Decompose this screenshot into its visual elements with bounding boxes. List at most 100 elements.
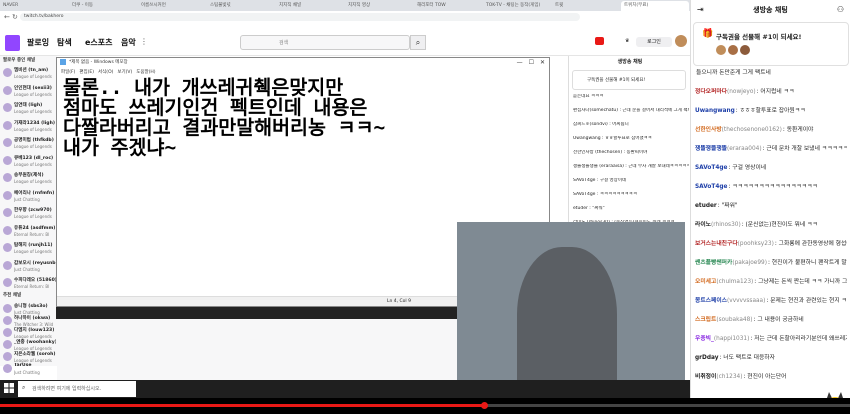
browser-tab-bar: NAVER 더쿠 - 이동 이름쓰시커먼 스팀불빛넋 치지직 채널 치지직 영상 해리포터 … [0,0,690,11]
inner-taskbar [56,307,460,319]
more-dots-icon[interactable]: ⋮ [140,37,148,46]
notepad-text-area[interactable]: 물론.. 내가 개쓰레귀췍은맞지만 점마도 쓰레기인건 펙트인데 내용은 다짤라버리… [63,78,543,158]
notepad-line: 물론.. 내가 개쓰레귀췍은맞지만 [63,76,344,99]
chat-text: : ㅎㅎㅎ할투표로 잡아원ㅋㅋ [735,108,806,114]
nav-music[interactable]: 음악 [121,37,136,48]
chat-handle: (pakajoe99) [732,260,768,266]
channel-name: 지은소라웹 (soroh) [14,352,56,357]
channel-name: 수피다레오 (51860) [14,278,56,283]
chat-username[interactable]: 몽트스페이스 [695,298,727,304]
chat-text: : 문제는 현진과 관련있는 현지 ㅋㅋㅋㅋㅋ [766,298,847,304]
chat-text: : 그 내용이 궁금하네 [753,317,804,323]
browser-tab[interactable]: 스팀불빛넋 [207,1,275,11]
chat-username[interactable]: 우종빅_ [695,336,714,342]
browser-tab[interactable]: 트윗 [552,1,620,11]
chat-username[interactable]: 스크립트 [695,317,716,323]
inner-chat-message: 잠씨드ㅎ(sondvi) : 어찌됩니 [573,122,629,127]
avatar [3,225,12,235]
browser-tab[interactable]: NAVER [0,1,68,11]
browser-tab[interactable]: 트위치(무료) [621,1,689,11]
browser-tab[interactable]: 해리포터 TOW [414,1,482,11]
channel-game: Just Chatting [14,266,40,272]
channel-name: 갑보오시 (reyusnb) [14,260,56,266]
channel-name: 송니형 (sbs3o) [14,304,48,309]
notepad-icon [60,58,66,65]
reload-icon[interactable]: ↻ [12,13,18,21]
browser-tab[interactable]: 더쿠 - 이동 [69,1,137,11]
notification-icon[interactable] [595,37,604,45]
back-arrow-icon[interactable]: ← [4,13,10,21]
channel-game: League of Legends [14,109,52,114]
chat-message: Uwangwang: ㅎㅎㅎ할투표로 잡아원ㅋㅋ [695,107,847,116]
chat-text: : 근데 문차 개잘 보냈네 ㅋㅋㅋㅋㅋㅋㅋ [762,146,847,152]
browser-tab[interactable]: 이름쓰시커먼 [138,1,206,11]
channel-name: 인인현대 (sexii3) [14,85,52,91]
chat-username[interactable]: Uwangwang [695,108,735,114]
channel-name: 가재라1234 (ligh) [14,120,55,126]
live-chat-panel: ⇥ 생방송 채팅 ⚇ 🎁 구독권을 선물해 #1이 되세요! 들으니까 돈만준게… [690,0,850,414]
avatar [3,68,12,77]
inner-chat-pinned: 구독권을 선물해 #1이 되세요! [572,70,686,90]
chat-message: 오미세고(chulma123): 그냥제는 돈씩 짠는데 ㅋㅋ 가니까 그건만 … [695,278,847,287]
notepad-menu-item[interactable]: 편집(E) [79,70,94,75]
windows-start-icon[interactable] [4,383,14,393]
chat-username[interactable]: 보거스는내친구다 [695,241,738,247]
chat-message: 몽트스페이스(vvvvvssaaa): 문제는 현진과 관련있는 현지 ㅋㅋㅋㅋ… [695,297,847,306]
chat-username[interactable]: etuder [695,203,717,209]
chat-username[interactable]: 선한인사방 [695,127,722,133]
nav-esports[interactable]: e스포츠 [85,37,113,48]
chat-username[interactable]: SAVoT4ge [695,165,728,171]
chat-username[interactable]: 정다오퍼마다 [695,89,727,95]
windows-search-input[interactable]: 검색하려면 여기에 입력하십시오. [18,381,136,397]
channel-name: TarUse [14,363,32,368]
login-button[interactable]: 로그인 [636,37,672,47]
chat-username[interactable]: 라이노 [695,222,711,228]
channel-name: 송부원칭(제석) [14,173,44,178]
notepad-menu-item[interactable]: 도움말(H) [136,70,155,75]
chat-username[interactable]: grDday [695,355,718,361]
notepad-menu-item[interactable]: 파일(F) [61,70,75,75]
inner-chat-message: SAVoT4ge : 구걸 영상이네 [573,178,627,183]
chat-message: 라이노(rhinos30): (운신없는)현진이도 뭐네 ㅋㅋ [695,221,847,230]
nav-browse[interactable]: 탐색 [57,37,72,48]
twitch-logo[interactable] [5,35,20,51]
chat-handle: (eraraa004) [727,146,762,152]
avatar [3,208,12,217]
chat-username[interactable]: SAVoT4ge [695,184,728,190]
browser-tab[interactable]: 치지직 채널 [276,1,344,11]
channel-game: Eternal Return: Bl [14,231,50,237]
notepad-menu-item[interactable]: 서식(O) [98,70,113,75]
chat-message: 들으니까 돈만준게 그게 팩트네 [695,69,847,78]
chat-username[interactable]: 비취정이 [695,374,716,380]
channel-game: League of Legends [14,144,52,149]
window-controls[interactable]: — ☐ ✕ [517,58,545,68]
search-input[interactable]: 검색 [240,35,410,50]
search-icon[interactable]: ⌕ [410,35,426,50]
sidebar-recommended-heading: 추천 채널 [3,293,22,298]
gift-sub-banner[interactable]: 🎁 구독권을 선물해 #1이 되세요! [693,22,849,66]
crown-icon[interactable]: ♛ [625,38,629,44]
avatar[interactable] [675,35,687,47]
url-field[interactable]: twitch.tv/bakhero [20,13,580,21]
avatar [3,278,12,287]
channel-name: 큐베123 (dl_roc) [14,155,54,161]
browser-tab[interactable]: 치지직 영상 [345,1,413,11]
chat-username[interactable]: 오미세고 [695,279,716,285]
gift-sub-text: 구독권을 선물해 #1이 되세요! [716,33,802,41]
channel-game: Just Chatting [14,370,40,375]
chat-handle: (ch1234) [716,374,743,380]
chat-username[interactable]: 쌘츠플빵쌘퍼카 [695,260,732,266]
video-scrubber-handle[interactable] [481,402,488,409]
channel-game: Just Chatting [14,196,40,202]
browser-tab[interactable]: TOK-TV - 채팅는 동작(게임) [483,1,551,11]
chat-handle: (poohksy23) [737,241,774,247]
channel-game: League of Legends [14,91,52,97]
notepad-menu-item[interactable]: 보기(V) [117,70,132,75]
chat-username[interactable]: 쟁뜰쟁뜰쟁뜰 [695,146,727,152]
people-icon[interactable]: ⚇ [837,5,844,14]
nav-following[interactable]: 팔로잉 [27,37,49,48]
chat-message: etuder: "짜워" [695,202,847,211]
avatar [3,190,12,200]
inner-chat-title: 생방송 채팅 [617,59,643,65]
notepad-line: 다짤라버리고 결과만말해버리농 ㅋㅋ~ [63,116,386,139]
